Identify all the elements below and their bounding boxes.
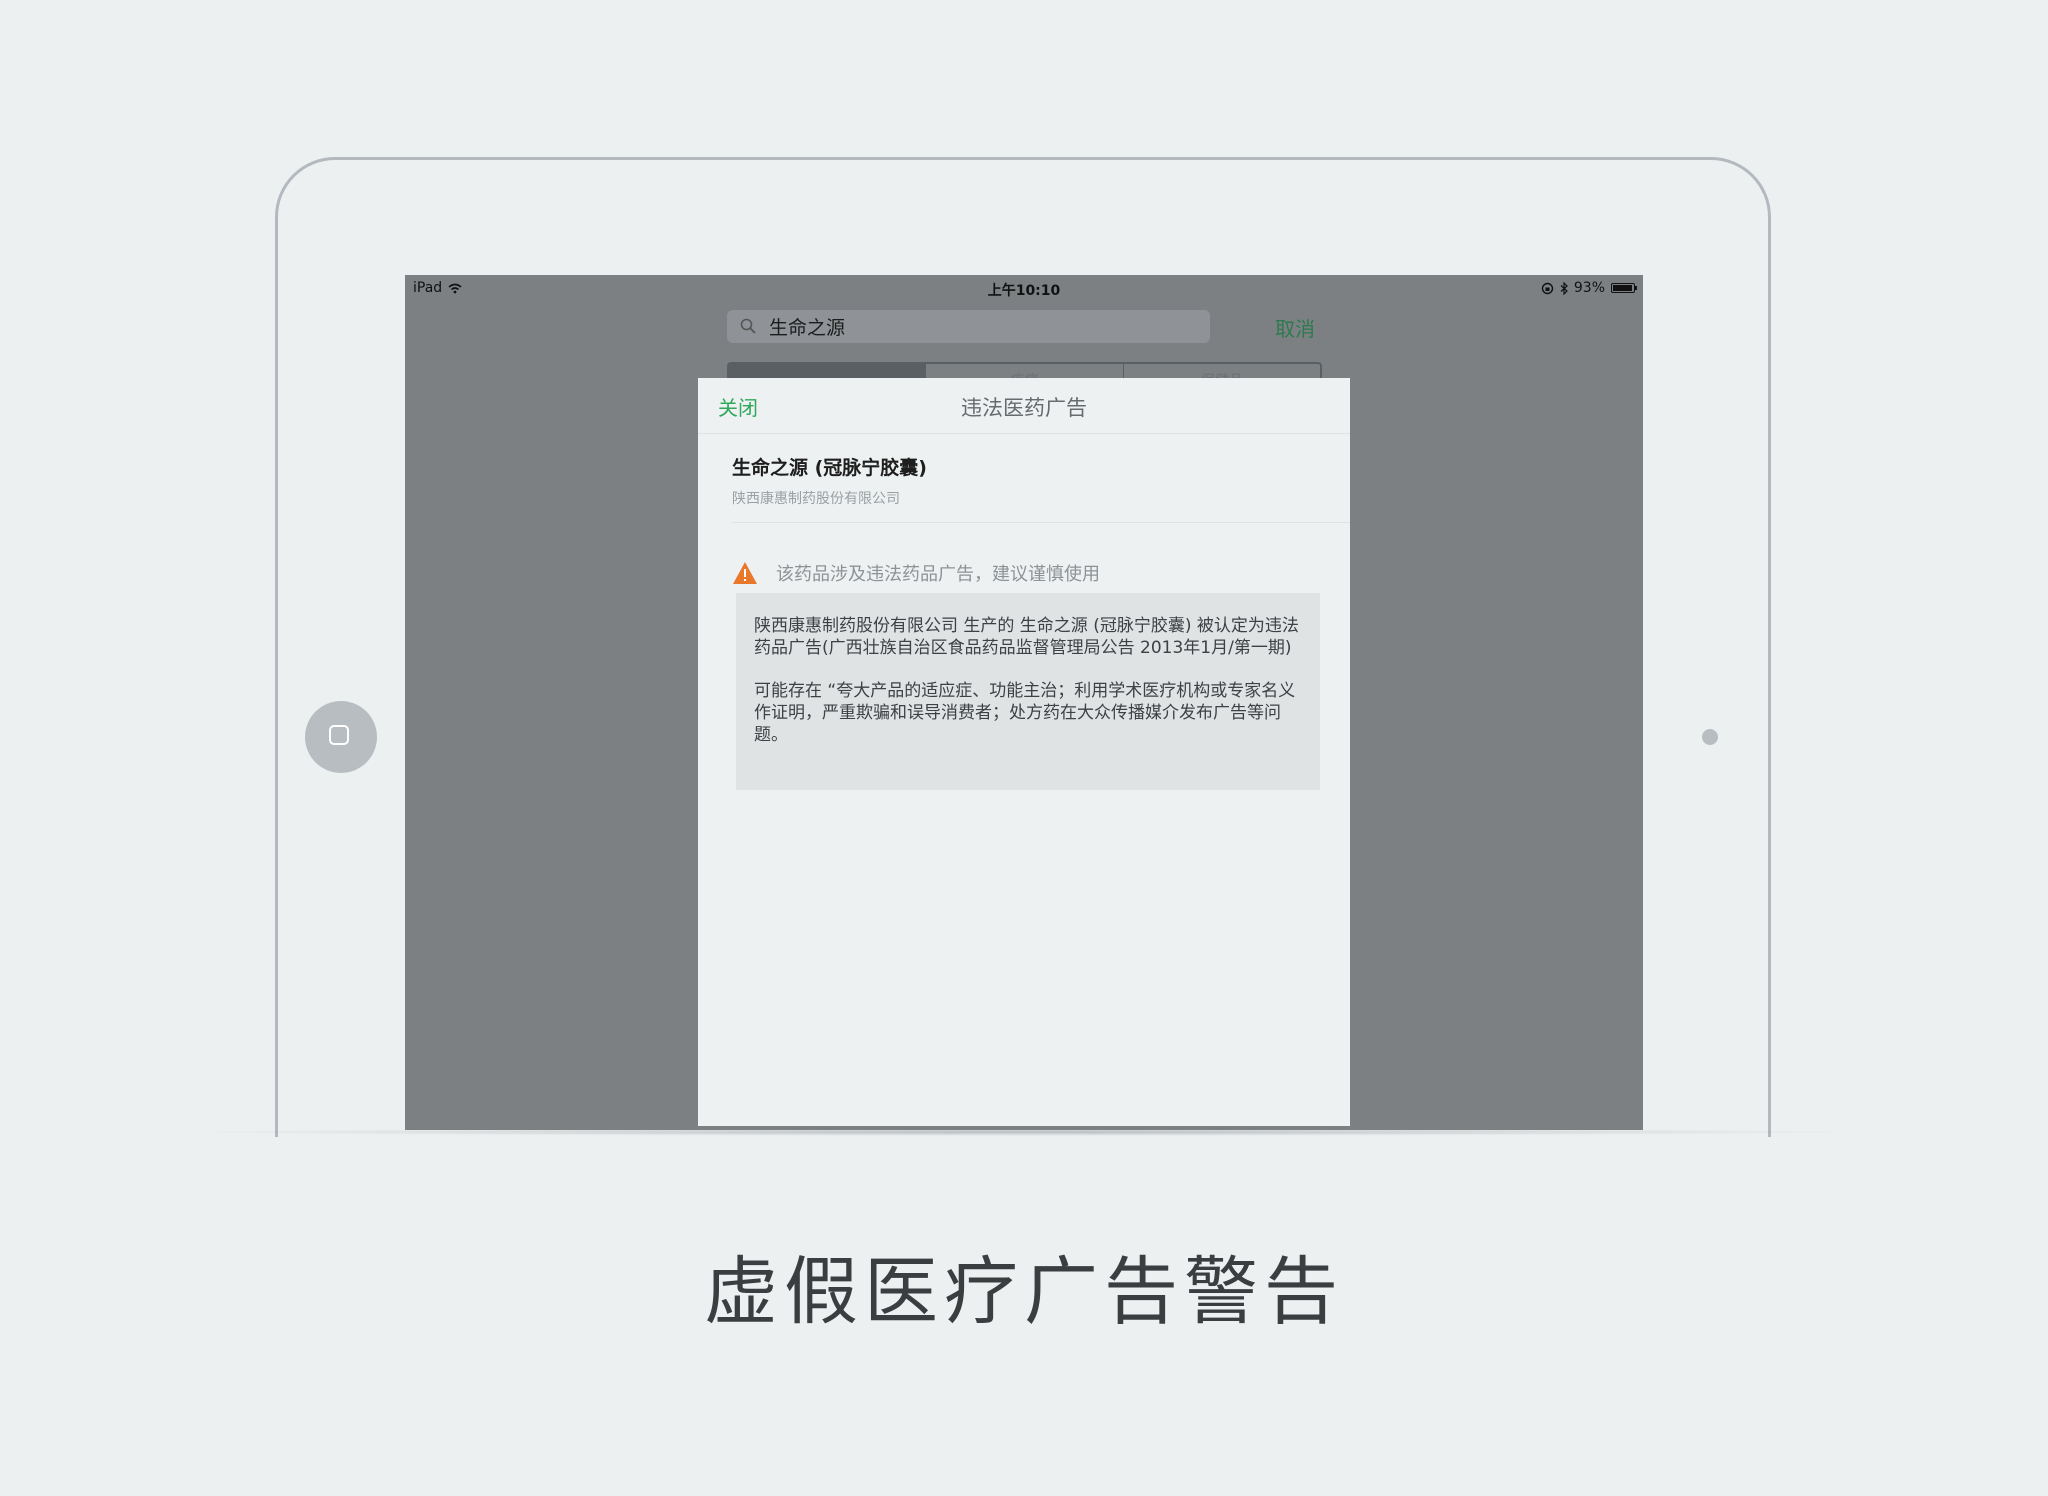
modal-header: 关闭 违法医药广告 xyxy=(698,378,1350,434)
divider xyxy=(732,522,1350,523)
status-bar: iPad 上午10:10 93% xyxy=(405,275,1643,301)
detail-paragraph-1: 陕西康惠制药股份有限公司 生产的 生命之源 (冠脉宁胶囊) 被认定为违法药品广告… xyxy=(754,616,1299,658)
warning-row: 该药品涉及违法药品广告，建议谨慎使用 xyxy=(732,560,1100,586)
lock-rotation-icon xyxy=(1541,282,1554,294)
battery-percent: 93% xyxy=(1573,280,1605,296)
detail-box: 陕西康惠制药股份有限公司 生产的 生命之源 (冠脉宁胶囊) 被认定为违法药品广告… xyxy=(736,593,1320,790)
warning-icon xyxy=(733,562,757,584)
illegal-ad-modal: 关闭 违法医药广告 生命之源 (冠脉宁胶囊) 陕西康惠制药股份有限公司 该药品涉… xyxy=(698,378,1350,1126)
camera-dot xyxy=(1702,729,1718,745)
battery-fill xyxy=(1613,285,1632,291)
home-button[interactable] xyxy=(305,701,377,773)
status-right: 93% xyxy=(1541,280,1637,296)
status-time: 上午10:10 xyxy=(987,283,1061,299)
warning-text: 该药品涉及违法药品广告，建议谨慎使用 xyxy=(776,564,1100,585)
cancel-button[interactable]: 取消 xyxy=(1275,313,1315,342)
search-icon xyxy=(740,318,756,334)
detail-paragraph-2: 可能存在 “夸大产品的适应症、功能主治；利用学术医疗机构或专家名义作证明，严重欺… xyxy=(754,681,1296,745)
modal-title: 违法医药广告 xyxy=(961,396,1087,420)
screen: iPad 上午10:10 93% 生命之源 取消 关闭 违法医药广告 生命之源 … xyxy=(405,275,1643,1130)
page-caption: 虚假医疗广告警告 xyxy=(704,1249,1344,1335)
search-query: 生命之源 xyxy=(769,317,846,339)
battery-icon xyxy=(1611,283,1637,293)
product-company: 陕西康惠制药股份有限公司 xyxy=(732,491,900,507)
bluetooth-icon xyxy=(1560,281,1568,295)
product-info: 生命之源 (冠脉宁胶囊) 陕西康惠制药股份有限公司 xyxy=(732,453,927,508)
home-square-icon xyxy=(329,725,349,745)
search-input[interactable]: 生命之源 xyxy=(727,310,1210,343)
product-name: 生命之源 (冠脉宁胶囊) xyxy=(732,457,927,479)
